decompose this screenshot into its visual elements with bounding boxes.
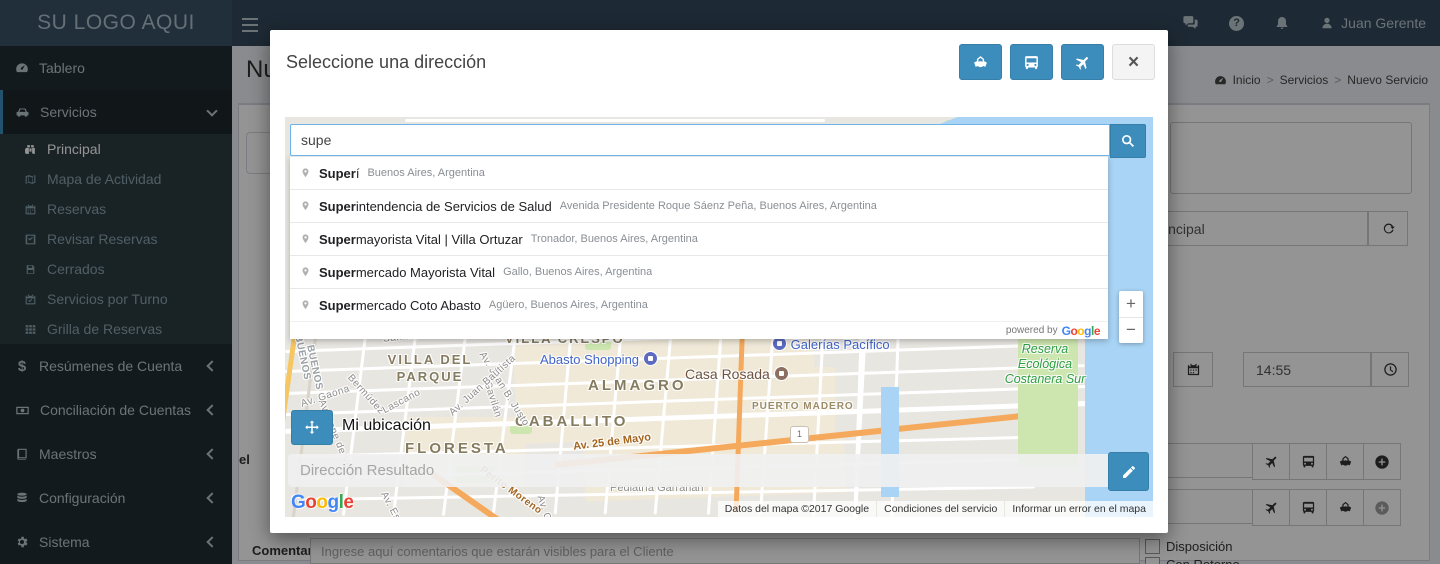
map-pin-icon — [300, 199, 311, 213]
map-pin-icon — [300, 265, 311, 279]
map-poi-label: Casa Rosada — [685, 366, 789, 382]
map-label: Reserva Ecológica Costanera Sur — [995, 342, 1095, 387]
suggestion-item[interactable]: Superintendencia de Servicios de Salud A… — [290, 189, 1108, 222]
zoom-out-button[interactable]: − — [1119, 318, 1143, 344]
map-label: ALMAGRO — [588, 377, 687, 394]
map-attribution: Datos del mapa ©2017 Google Condiciones … — [718, 501, 1153, 517]
bus-icon — [1023, 54, 1040, 71]
suggestion-item[interactable]: Supermayorista Vital | Villa Ortuzar Tro… — [290, 222, 1108, 255]
map-poi-label: Abasto Shopping — [540, 351, 658, 367]
plane-icon — [1070, 50, 1094, 74]
address-modal: Seleccione una dirección × — [270, 30, 1168, 533]
search-icon — [1120, 133, 1136, 149]
autocomplete-dropdown: Superí Buenos Aires, Argentina Superinte… — [290, 156, 1108, 339]
move-crosshair-icon — [303, 419, 321, 437]
powered-by-google: powered by Google — [290, 321, 1108, 339]
my-location-button[interactable] — [291, 410, 333, 445]
close-button[interactable]: × — [1112, 44, 1155, 80]
map-pin-icon — [300, 298, 311, 312]
google-logo[interactable]: Google — [291, 492, 353, 514]
map-label: PUERTO MADERO — [752, 401, 854, 412]
map-label: VILLA DEL PARQUE — [370, 352, 490, 386]
modal-title: Seleccione una dirección — [286, 52, 486, 73]
bus-mode-button[interactable] — [1010, 44, 1053, 80]
shopping-poi-icon — [643, 351, 658, 366]
edit-address-button[interactable] — [1108, 452, 1149, 491]
terms-link[interactable]: Condiciones del servicio — [877, 501, 1004, 517]
google-logo: Google — [1062, 324, 1100, 338]
modal-toolbar: × — [959, 44, 1155, 80]
ship-icon — [972, 54, 989, 71]
ship-mode-button[interactable] — [959, 44, 1002, 80]
suggestion-item[interactable]: Supermercado Mayorista Vital Gallo, Buen… — [290, 255, 1108, 288]
close-icon: × — [1128, 53, 1139, 72]
search-button[interactable] — [1110, 124, 1146, 158]
report-error-link[interactable]: Informar un error en el mapa — [1005, 501, 1153, 517]
street-label: Av. Escalada — [378, 490, 418, 517]
result-address-input[interactable] — [288, 454, 1108, 487]
pencil-icon — [1121, 464, 1137, 480]
map-data-copyright: Datos del mapa ©2017 Google — [718, 501, 876, 517]
map-pin-icon — [300, 166, 311, 180]
suggestion-item[interactable]: Supermercado Coto Abasto Agüero, Buenos … — [290, 288, 1108, 321]
plane-mode-button[interactable] — [1061, 44, 1104, 80]
museum-poi-icon — [774, 366, 789, 381]
address-search-input[interactable] — [290, 124, 1110, 156]
map-canvas[interactable]: VILLA CRESPO Abasto Shopping ALMAGRO Cas… — [285, 117, 1153, 517]
map-zoom-control: + − — [1119, 291, 1143, 343]
zoom-in-button[interactable]: + — [1119, 291, 1143, 318]
map-label: CABALLITO — [515, 413, 628, 430]
my-location-label: Mi ubicación — [342, 417, 431, 435]
route-shield: 1 — [790, 426, 809, 443]
suggestion-item[interactable]: Superí Buenos Aires, Argentina — [290, 156, 1108, 189]
map-pin-icon — [300, 232, 311, 246]
app-root: SU LOGO AQUI ? Juan Gerente Tablero Serv… — [0, 0, 1440, 564]
